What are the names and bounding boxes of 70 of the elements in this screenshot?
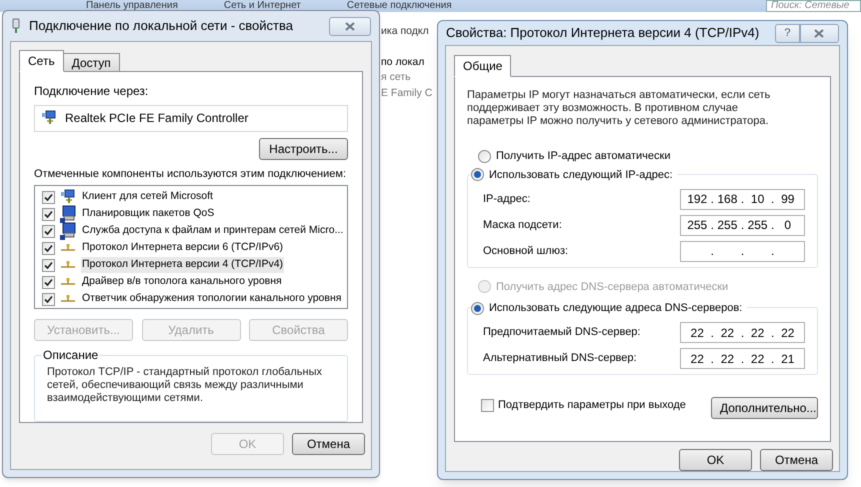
radio-label[interactable]: Получить IP-адрес автоматически bbox=[496, 148, 670, 164]
cancel-button[interactable]: Отмена bbox=[760, 449, 833, 471]
ip-address-field[interactable]: 255 . 255 . 255 . 0 bbox=[680, 214, 805, 236]
field-label: Альтернативный DNS-сервер: bbox=[483, 351, 637, 366]
network-computer-icon bbox=[41, 110, 57, 126]
ip-address-field[interactable]: 192 . 168 . 10 . 99 bbox=[680, 188, 805, 210]
connection-text: по локал bbox=[381, 56, 426, 67]
tab[interactable]: Общие bbox=[454, 55, 512, 77]
checkbox[interactable] bbox=[42, 224, 55, 238]
protocol-icon bbox=[60, 260, 76, 270]
protocol-icon bbox=[60, 243, 76, 254]
window-title: Подключение по локальной сети - свойства bbox=[29, 17, 293, 36]
component-item[interactable]: Планировщик пакетов QoS bbox=[81, 206, 216, 222]
breadcrumb-item[interactable]: Панель управления bbox=[86, 1, 178, 11]
computer-icon bbox=[60, 222, 76, 240]
component-item[interactable]: Протокол Интернета версии 6 (TCP/IPv6) bbox=[81, 240, 284, 256]
protocol-icon bbox=[60, 294, 76, 304]
checkbox[interactable] bbox=[42, 242, 55, 255]
radio-button[interactable] bbox=[471, 302, 484, 315]
description-text: Протокол TCP/IP - стандартный протокол глобальных сетей, обеспечивающий связь между различными взаимодействующими сетями. bbox=[47, 366, 323, 405]
checkbox[interactable] bbox=[481, 398, 494, 412]
intro-text: Параметры IP могут назначаться автоматически, если сеть поддерживает эту возможность. В противном случае параметры IP можно получить у сетевого администратора. bbox=[467, 89, 772, 128]
tab[interactable]: Сеть bbox=[19, 50, 64, 72]
tab[interactable]: Доступ bbox=[64, 53, 120, 72]
adapter-field: Realtek PCIe FE Family Controller bbox=[34, 105, 348, 132]
component-item[interactable]: Ответчик обнаружения топологии канального уровня bbox=[81, 291, 342, 308]
close-button[interactable] bbox=[329, 16, 371, 36]
cancel-button[interactable]: Отмена bbox=[292, 433, 365, 455]
close-icon bbox=[345, 22, 355, 30]
configure-button[interactable]: Настроить... bbox=[259, 138, 348, 160]
breadcrumb-item[interactable]: Сеть и Интернет bbox=[224, 1, 301, 11]
component-item[interactable]: Клиент для сетей Microsoft bbox=[81, 189, 214, 206]
component-item[interactable]: Драйвер в/в тополога канального уровня bbox=[81, 274, 283, 290]
field-label: Предпочитаемый DNS-сервер: bbox=[483, 325, 640, 340]
column-header: ика подкл bbox=[381, 26, 430, 36]
radio-button[interactable] bbox=[478, 150, 491, 163]
checkbox[interactable] bbox=[42, 208, 55, 221]
component-item[interactable]: Служба доступа к файлам и принтерам сетей Micro... bbox=[81, 223, 344, 240]
checkbox[interactable] bbox=[42, 258, 55, 272]
field-label: Основной шлюз: bbox=[483, 244, 568, 259]
ip-address-field[interactable]: 22 . 22 . 22 . 21 bbox=[680, 348, 805, 369]
ip-address-field[interactable]: . . . bbox=[680, 240, 805, 262]
search-field[interactable]: Поиск: Сетевые bbox=[766, 0, 861, 12]
component-item[interactable]: Протокол Интернета версии 4 (TCP/IPv4) bbox=[81, 257, 284, 274]
ok-button[interactable]: OK bbox=[679, 449, 752, 471]
field-label: Маска подсети: bbox=[483, 218, 562, 233]
group-title: Описание bbox=[42, 348, 100, 362]
field-label: Подключение через: bbox=[34, 83, 150, 100]
network-cable-icon bbox=[11, 18, 21, 34]
help-button[interactable]: ? bbox=[775, 24, 800, 42]
checkbox-label[interactable]: Подтвердить параметры при выходе bbox=[498, 396, 686, 414]
radio-button[interactable] bbox=[471, 168, 484, 182]
connection-text: E Family C bbox=[381, 88, 434, 98]
window-title: Свойства: Протокол Интернета версии 4 (TCP/IPv4) bbox=[446, 24, 760, 42]
field-label: Отмеченные компоненты используются этим подключением: bbox=[34, 166, 348, 182]
protocol-icon bbox=[60, 277, 76, 288]
checkbox[interactable] bbox=[42, 292, 55, 306]
radio-label[interactable]: Использовать следующий IP-адрес: bbox=[489, 166, 673, 183]
network-computer-icon bbox=[60, 189, 76, 206]
close-button[interactable] bbox=[800, 24, 839, 42]
breadcrumb-item[interactable]: Сетевые подключения bbox=[346, 1, 452, 11]
checkbox[interactable] bbox=[42, 190, 55, 204]
advanced-button[interactable]: Дополнительно... bbox=[711, 397, 818, 419]
checkbox[interactable] bbox=[42, 276, 55, 289]
computer-icon bbox=[60, 205, 76, 224]
field-label: IP-адрес: bbox=[483, 192, 530, 207]
close-icon bbox=[814, 28, 824, 38]
radio-label[interactable]: Использовать следующие адреса DNS-серверов: bbox=[489, 300, 742, 316]
ip-address-field[interactable]: 22 . 22 . 22 . 22 bbox=[680, 322, 805, 343]
connection-text: я сеть bbox=[381, 72, 412, 82]
